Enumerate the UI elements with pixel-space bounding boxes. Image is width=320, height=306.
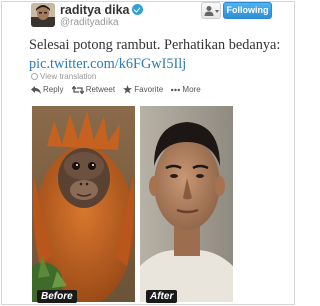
retweet-icon xyxy=(71,86,84,94)
more-label[interactable]: More xyxy=(182,85,200,94)
reply-icon xyxy=(31,86,41,94)
reply-action[interactable]: Reply xyxy=(31,85,63,94)
globe-icon xyxy=(31,73,38,80)
reply-label[interactable]: Reply xyxy=(43,85,63,94)
display-name[interactable]: raditya dika xyxy=(60,3,144,17)
star-icon xyxy=(123,85,133,94)
favorite-label[interactable]: Favorite xyxy=(134,85,163,94)
more-action[interactable]: More xyxy=(171,85,201,94)
verified-badge-icon xyxy=(132,4,144,15)
view-translation-link[interactable]: View translation xyxy=(31,72,96,81)
retweet-label[interactable]: Retweet xyxy=(86,85,115,94)
before-photo[interactable] xyxy=(32,106,135,302)
tweet-text: Selesai potong rambut. Perhatikan bedany… xyxy=(29,36,291,74)
orangutan-image xyxy=(32,106,135,302)
following-button[interactable]: Following xyxy=(223,2,272,19)
after-photo[interactable] xyxy=(140,106,233,302)
after-caption: After xyxy=(146,290,178,303)
user-icon xyxy=(204,6,219,16)
username[interactable]: @radityadika xyxy=(60,17,119,28)
user-actions-dropdown-button[interactable] xyxy=(201,2,221,19)
tweet-actions: Reply Retweet Favorite More xyxy=(31,85,207,94)
more-icon xyxy=(171,88,181,92)
man-selfie-image xyxy=(140,106,233,302)
avatar[interactable] xyxy=(31,3,55,27)
retweet-action[interactable]: Retweet xyxy=(71,85,115,94)
favorite-action[interactable]: Favorite xyxy=(123,85,163,94)
tweet-body: Selesai potong rambut. Perhatikan bedany… xyxy=(29,37,281,53)
display-name-text[interactable]: raditya dika xyxy=(60,3,129,17)
before-caption: Before xyxy=(37,290,77,303)
tweet-media-link[interactable]: pic.twitter.com/k6FGwI5Ilj xyxy=(29,56,186,72)
view-translation-label[interactable]: View translation xyxy=(40,72,96,81)
